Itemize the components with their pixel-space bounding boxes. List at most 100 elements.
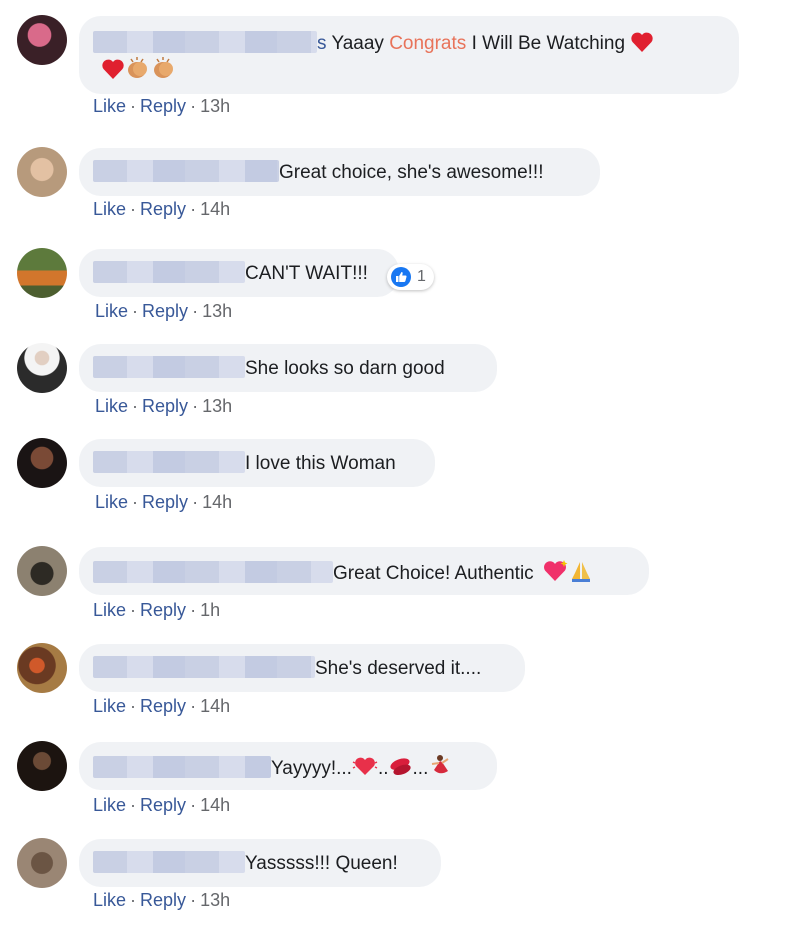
reply-link[interactable]: Reply — [140, 696, 186, 716]
reaction-count[interactable]: 1 — [387, 264, 434, 290]
comment-text: Yaaay Congrats I Will Be Watching — [331, 33, 626, 54]
clapping-hands-icon — [128, 57, 147, 78]
timestamp[interactable]: 14h — [200, 696, 230, 716]
comment-text: Yasssss!!! Queen! — [245, 853, 398, 874]
commenter-avatar[interactable] — [17, 15, 67, 65]
separator: · — [190, 199, 197, 219]
congrats-text: Congrats — [389, 33, 467, 54]
comment-bubble: Yasssss!!! Queen! — [79, 839, 441, 887]
like-link[interactable]: Like — [93, 795, 126, 815]
redacted-name[interactable] — [93, 261, 245, 283]
commenter-avatar[interactable] — [17, 643, 67, 693]
separator: · — [130, 199, 137, 219]
comment-text: She looks so darn good — [245, 358, 445, 379]
redacted-name[interactable] — [93, 756, 271, 778]
redacted-name[interactable] — [93, 31, 317, 53]
kiss-mark-icon — [389, 758, 411, 776]
timestamp[interactable]: 13h — [200, 890, 230, 910]
comment-text: Great choice, she's awesome!!! — [279, 162, 544, 183]
separator: · — [132, 301, 139, 321]
commenter-avatar[interactable] — [17, 741, 67, 791]
reply-link[interactable]: Reply — [140, 600, 186, 620]
like-link[interactable]: Like — [93, 890, 126, 910]
like-reaction-icon — [391, 267, 411, 287]
comment-text: She's deserved it.... — [315, 658, 482, 679]
beating-heart-icon — [352, 757, 378, 775]
comment-bubble: She looks so darn good — [79, 344, 497, 392]
commenter-name-tail[interactable]: s — [317, 33, 327, 54]
timestamp[interactable]: 14h — [202, 492, 232, 512]
like-link[interactable]: Like — [95, 396, 128, 416]
reply-link[interactable]: Reply — [142, 396, 188, 416]
timestamp[interactable]: 14h — [200, 199, 230, 219]
comment-bubble: CAN'T WAIT!!! — [79, 249, 399, 297]
dancer-icon — [432, 755, 449, 774]
reply-link[interactable]: Reply — [140, 795, 186, 815]
commenter-avatar[interactable] — [17, 438, 67, 488]
reply-link[interactable]: Reply — [142, 301, 188, 321]
redacted-name[interactable] — [93, 656, 315, 678]
heart-icon — [631, 32, 653, 52]
redacted-name[interactable] — [93, 851, 245, 873]
redacted-name[interactable] — [93, 561, 333, 583]
separator: · — [190, 96, 197, 116]
comment-actions: Like · Reply · 13h — [93, 890, 230, 911]
redacted-name[interactable] — [93, 356, 245, 378]
comment-bubble: s Yaaay Congrats I Will Be Watching — [79, 16, 739, 94]
separator: · — [130, 96, 137, 116]
comment-actions: Like · Reply · 1h — [93, 600, 220, 621]
like-link[interactable]: Like — [93, 600, 126, 620]
sparkling-heart-icon — [543, 560, 568, 581]
separator: · — [132, 396, 139, 416]
comment-actions: Like · Reply · 13h — [95, 396, 232, 417]
comment-bubble: I love this Woman — [79, 439, 435, 487]
separator: · — [130, 890, 137, 910]
comment-text-part-1: Yayyyy!... — [271, 758, 352, 779]
commenter-avatar[interactable] — [17, 343, 67, 393]
heart-icon — [102, 59, 124, 79]
reply-link[interactable]: Reply — [140, 199, 186, 219]
separator: · — [190, 890, 197, 910]
separator: · — [190, 696, 197, 716]
separator: · — [192, 396, 199, 416]
comment-actions: Like · Reply · 14h — [93, 795, 230, 816]
separator: · — [130, 795, 137, 815]
separator: · — [130, 600, 137, 620]
like-link[interactable]: Like — [95, 301, 128, 321]
timestamp[interactable]: 13h — [200, 96, 230, 116]
like-link[interactable]: Like — [95, 492, 128, 512]
reply-link[interactable]: Reply — [140, 96, 186, 116]
comment-text-part-3: ... — [412, 758, 429, 779]
comment-bubble: Great choice, she's awesome!!! — [79, 148, 600, 196]
comment-bubble: She's deserved it.... — [79, 644, 525, 692]
comment-actions: Like · Reply · 14h — [95, 492, 232, 513]
comment-bubble: Great Choice! Authentic — [79, 547, 649, 595]
reaction-count-text: 1 — [417, 268, 426, 285]
like-link[interactable]: Like — [93, 696, 126, 716]
separator: · — [190, 600, 197, 620]
comment-actions: Like · Reply · 14h — [93, 696, 230, 717]
comment-actions: Like · Reply · 13h — [93, 96, 230, 117]
separator: · — [130, 696, 137, 716]
timestamp[interactable]: 13h — [202, 396, 232, 416]
timestamp[interactable]: 1h — [200, 600, 220, 620]
commenter-avatar[interactable] — [17, 546, 67, 596]
separator: · — [190, 795, 197, 815]
comment-bubble: Yayyyy!........ — [79, 742, 497, 790]
commenter-avatar[interactable] — [17, 147, 67, 197]
like-link[interactable]: Like — [93, 199, 126, 219]
reply-link[interactable]: Reply — [142, 492, 188, 512]
commenter-avatar[interactable] — [17, 838, 67, 888]
folded-hands-icon — [571, 562, 590, 582]
commenter-avatar[interactable] — [17, 248, 67, 298]
redacted-name[interactable] — [93, 451, 245, 473]
redacted-name[interactable] — [93, 160, 279, 182]
timestamp[interactable]: 14h — [200, 795, 230, 815]
like-link[interactable]: Like — [93, 96, 126, 116]
timestamp[interactable]: 13h — [202, 301, 232, 321]
comment-text-part-2: .. — [377, 758, 389, 779]
reply-link[interactable]: Reply — [140, 890, 186, 910]
comment-text: CAN'T WAIT!!! — [245, 263, 368, 284]
comment-actions: Like · Reply · 14h — [93, 199, 230, 220]
comment-text: I love this Woman — [245, 453, 396, 474]
